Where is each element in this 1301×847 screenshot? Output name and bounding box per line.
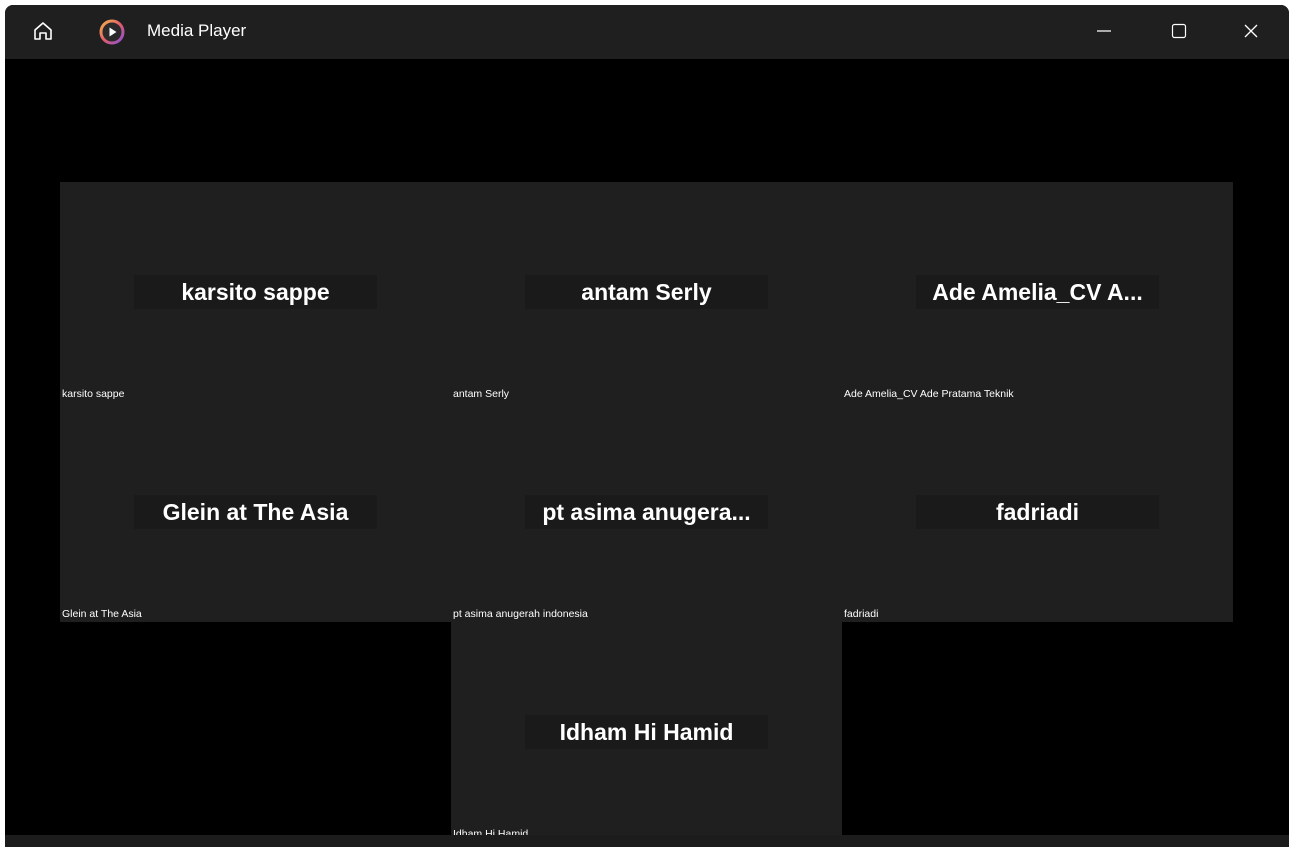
participant-tile[interactable]: Glein at The Asia Glein at The Asia	[60, 402, 451, 622]
participant-display-name: fadriadi	[916, 495, 1159, 529]
participant-display-name: Idham Hi Hamid	[525, 715, 768, 749]
participant-label: fadriadi	[844, 608, 879, 620]
home-icon	[32, 20, 54, 46]
controls-bar	[5, 835, 1289, 847]
home-button[interactable]	[28, 19, 58, 47]
participant-tile[interactable]: karsito sappe karsito sappe	[60, 182, 451, 402]
close-icon	[1243, 23, 1259, 43]
participant-label: Glein at The Asia	[62, 608, 142, 620]
participant-tile[interactable]: Idham Hi Hamid Idham Hi Hamid	[451, 622, 842, 842]
participant-label: antam Serly	[453, 388, 510, 400]
participant-display-name: Glein at The Asia	[134, 495, 377, 529]
title-bar[interactable]: Media Player	[5, 5, 1289, 59]
participant-label: karsito sappe	[62, 388, 125, 400]
participant-display-name: antam Serly	[525, 275, 768, 309]
media-player-icon	[99, 19, 125, 45]
participant-tile[interactable]: Ade Amelia_CV A... Ade Amelia_CV Ade Pra…	[842, 182, 1233, 402]
minimize-button[interactable]	[1080, 13, 1128, 53]
app-title: Media Player	[147, 21, 247, 40]
participant-label: Ade Amelia_CV Ade Pratama Teknik	[844, 388, 1014, 400]
minimize-icon	[1096, 23, 1112, 43]
maximize-icon	[1171, 23, 1187, 43]
participant-display-name: karsito sappe	[134, 275, 377, 309]
maximize-button[interactable]	[1155, 13, 1203, 53]
close-button[interactable]	[1227, 13, 1275, 53]
participant-tile[interactable]: antam Serly antam Serly	[451, 182, 842, 402]
participant-tile[interactable]: pt asima anugera... pt asima anugerah in…	[451, 402, 842, 622]
media-player-window: Media Player karsito sappe karsito sappe…	[5, 5, 1289, 847]
participant-tile[interactable]: fadriadi fadriadi	[842, 402, 1233, 622]
participant-display-name: Ade Amelia_CV A...	[916, 275, 1159, 309]
participant-label: pt asima anugerah indonesia	[453, 608, 588, 620]
participant-display-name: pt asima anugera...	[525, 495, 768, 529]
